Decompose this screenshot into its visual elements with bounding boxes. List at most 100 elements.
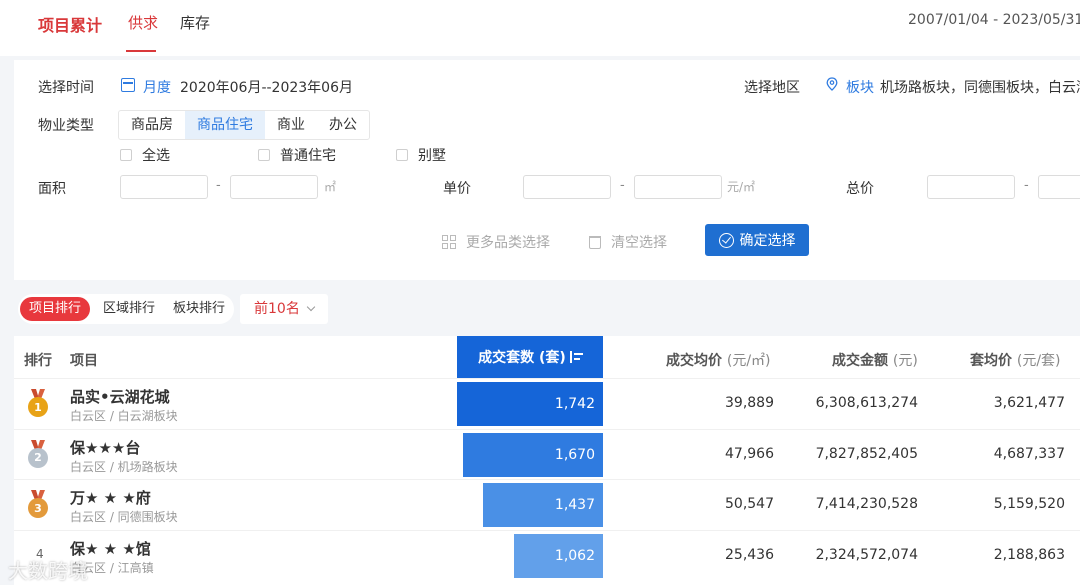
chevron-down-icon — [306, 302, 316, 312]
checkbox-ordinary-housing[interactable]: 普通住宅 — [258, 145, 336, 165]
top-n-dropdown[interactable]: 前10名 — [240, 294, 328, 324]
clear-selection-button[interactable]: 清空选择 — [589, 232, 667, 252]
table-row[interactable]: 1 品实•云湖花城 白云区 / 白云湖板块 1,742 39,889 6,308,613,… — [14, 378, 1080, 428]
location-pin-icon[interactable] — [826, 77, 838, 91]
total-price-label: 总价 — [846, 181, 874, 197]
checkbox-label: 全选 — [142, 148, 170, 164]
property-type-commercial-housing[interactable]: 商品房 — [119, 111, 185, 139]
avg-price-value: 47,966 — [725, 445, 774, 462]
amount-value: 7,827,852,405 — [815, 445, 918, 462]
tab-district-ranking[interactable]: 区域排行 — [94, 297, 164, 321]
range-dash: - — [620, 178, 625, 193]
top-n-value: 前10名 — [254, 301, 300, 317]
tab-supply-demand[interactable]: 供求 — [128, 12, 158, 33]
checkbox-icon[interactable] — [396, 149, 408, 161]
total-price-min-input[interactable] — [927, 175, 1015, 199]
tab-project-ranking[interactable]: 项目排行 — [20, 297, 91, 321]
avg-price-value: 50,547 — [725, 496, 774, 512]
unit-price-max-input[interactable] — [634, 175, 722, 199]
column-header-deals[interactable]: 成交套数 (套) — [457, 336, 603, 378]
ranking-tabs: 项目排行 区域排行 板块排行 — [18, 294, 235, 324]
calendar-icon[interactable] — [121, 78, 135, 92]
column-header-unit-price[interactable]: 套均价 (元/套) — [970, 350, 1061, 370]
time-range-value[interactable]: 2020年06月--2023年06月 — [180, 77, 353, 97]
avg-price-value: 39,889 — [725, 395, 774, 411]
time-mode-selector[interactable]: 月度 — [143, 77, 171, 97]
column-header-deals-label: 成交套数 (套) — [478, 350, 566, 366]
amount-value: 7,414,230,528 — [815, 496, 918, 512]
area-max-input[interactable] — [230, 175, 318, 199]
deals-bar: 1,742 — [457, 382, 603, 426]
avg-price-value: 25,436 — [725, 546, 774, 563]
rank-number: 2 — [28, 447, 48, 468]
checkbox-icon[interactable] — [120, 149, 132, 161]
sort-icon[interactable] — [569, 351, 583, 363]
table-row[interactable]: 4 保★ ★ ★馆 白云区 / 江高镇 1,062 25,436 2,324,572,07… — [14, 529, 1080, 580]
property-type-group: 商品房 商品住宅 商业 办公 — [118, 110, 370, 140]
rank-number: 1 — [28, 397, 48, 417]
amount-value: 2,324,572,074 — [815, 546, 918, 563]
project-name[interactable]: 保★★★台 — [70, 437, 140, 458]
property-type-label: 物业类型 — [38, 118, 94, 134]
column-header-avg-price[interactable]: 成交均价 (元/㎡) — [666, 350, 771, 370]
avg-price-label: 成交均价 — [666, 353, 722, 369]
deals-value: 1,742 — [554, 396, 595, 412]
property-type-residential[interactable]: 商品住宅 — [185, 111, 265, 139]
tab-project-cumulative[interactable]: 项目累计 — [38, 12, 102, 36]
amount-unit: (元) — [892, 353, 918, 369]
tab-block-ranking[interactable]: 板块排行 — [164, 297, 234, 321]
unit-price-label: 单价 — [443, 181, 471, 197]
checkbox-icon[interactable] — [258, 149, 270, 161]
project-name[interactable]: 品实•云湖花城 — [70, 386, 170, 407]
region-label: 选择地区 — [744, 80, 800, 96]
unit-price-value: 5,159,520 — [993, 496, 1065, 512]
checkbox-villa[interactable]: 别墅 — [396, 145, 446, 165]
area-unit: ㎡ — [324, 180, 337, 194]
time-label: 选择时间 — [38, 80, 94, 96]
trash-icon — [589, 235, 601, 249]
unit-price-min-input[interactable] — [523, 175, 611, 199]
watermark: 大数跨境 — [8, 559, 88, 583]
medal-icon: 3 — [26, 490, 50, 520]
unit-price-header-unit: (元/套) — [1016, 353, 1061, 369]
top-tab-bar: 项目累计 供求 库存 2007/01/04 - 2023/05/31 — [0, 0, 1080, 56]
checkbox-select-all[interactable]: 全选 — [120, 145, 170, 165]
range-dash: - — [1024, 178, 1029, 193]
unit-price-unit: 元/㎡ — [727, 180, 756, 194]
deals-bar: 1,670 — [463, 432, 603, 477]
deals-value: 1,437 — [554, 497, 595, 513]
date-range: 2007/01/04 - 2023/05/31 — [908, 12, 1080, 28]
range-dash: - — [216, 178, 221, 193]
table-row[interactable]: 2 保★★★台 白云区 / 机场路板块 1,670 47,966 7,827,852,40… — [14, 428, 1080, 479]
amount-value: 6,308,613,274 — [815, 395, 918, 411]
confirm-selection-button[interactable]: 确定选择 — [705, 224, 809, 256]
checkbox-label: 普通住宅 — [280, 148, 336, 164]
checkbox-label: 别墅 — [418, 148, 446, 164]
area-label: 面积 — [38, 181, 66, 197]
unit-price-header-label: 套均价 — [970, 353, 1012, 369]
region-value[interactable]: 机场路板块，同德围板块，白云湖 — [880, 77, 1080, 97]
filter-panel: 选择时间 月度 2020年06月--2023年06月 选择地区 板块 机场路板块… — [14, 60, 1080, 280]
more-categories-button[interactable]: 更多品类选择 — [442, 232, 550, 252]
tab-inventory[interactable]: 库存 — [180, 12, 210, 33]
project-name[interactable]: 万★ ★ ★府 — [70, 487, 151, 508]
medal-icon: 1 — [26, 389, 50, 419]
column-header-amount[interactable]: 成交金额 (元) — [832, 350, 918, 370]
amount-label: 成交金额 — [832, 353, 888, 369]
region-mode-selector[interactable]: 板块 — [846, 77, 874, 97]
total-price-max-input[interactable] — [1038, 175, 1080, 199]
grid-icon — [442, 235, 456, 249]
unit-price-value: 2,188,863 — [993, 546, 1065, 563]
confirm-selection-label: 确定选择 — [739, 233, 796, 249]
property-type-business[interactable]: 商业 — [265, 111, 317, 139]
property-type-office[interactable]: 办公 — [317, 111, 369, 139]
table-row[interactable]: 3 万★ ★ ★府白云区 / 同德围板块 1,437 50,547 7,414,230,… — [14, 479, 1080, 529]
more-categories-label: 更多品类选择 — [466, 235, 550, 251]
column-header-rank: 排行 — [24, 353, 52, 369]
avg-price-unit: (元/㎡) — [726, 353, 771, 369]
deals-bar: 1,437 — [483, 483, 603, 527]
unit-price-value: 3,621,477 — [993, 395, 1065, 411]
clear-selection-label: 清空选择 — [611, 235, 667, 251]
area-min-input[interactable] — [120, 175, 208, 199]
project-location: 白云区 / 同德围板块 — [70, 510, 178, 524]
